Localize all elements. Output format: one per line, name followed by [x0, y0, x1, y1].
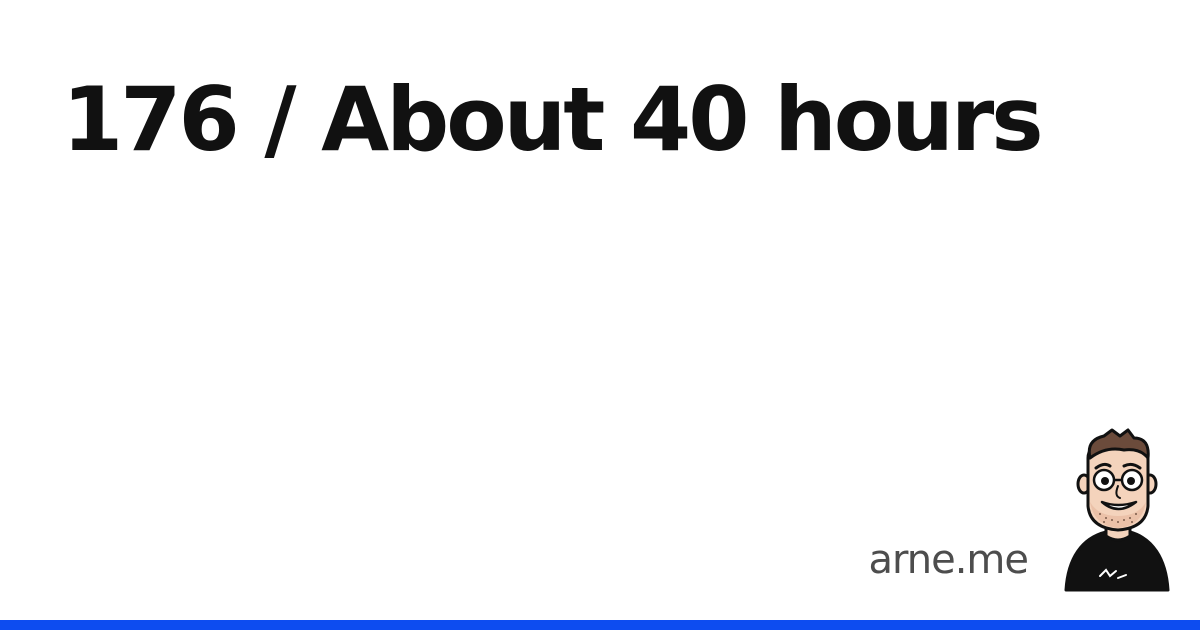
social-card: 176 / About 40 hours arne.me	[0, 0, 1200, 630]
site-name: arne.me	[868, 537, 1029, 583]
page-title: 176 / About 40 hours	[62, 68, 1044, 171]
cartoon-portrait-icon	[1064, 428, 1170, 592]
accent-bar	[0, 620, 1200, 630]
